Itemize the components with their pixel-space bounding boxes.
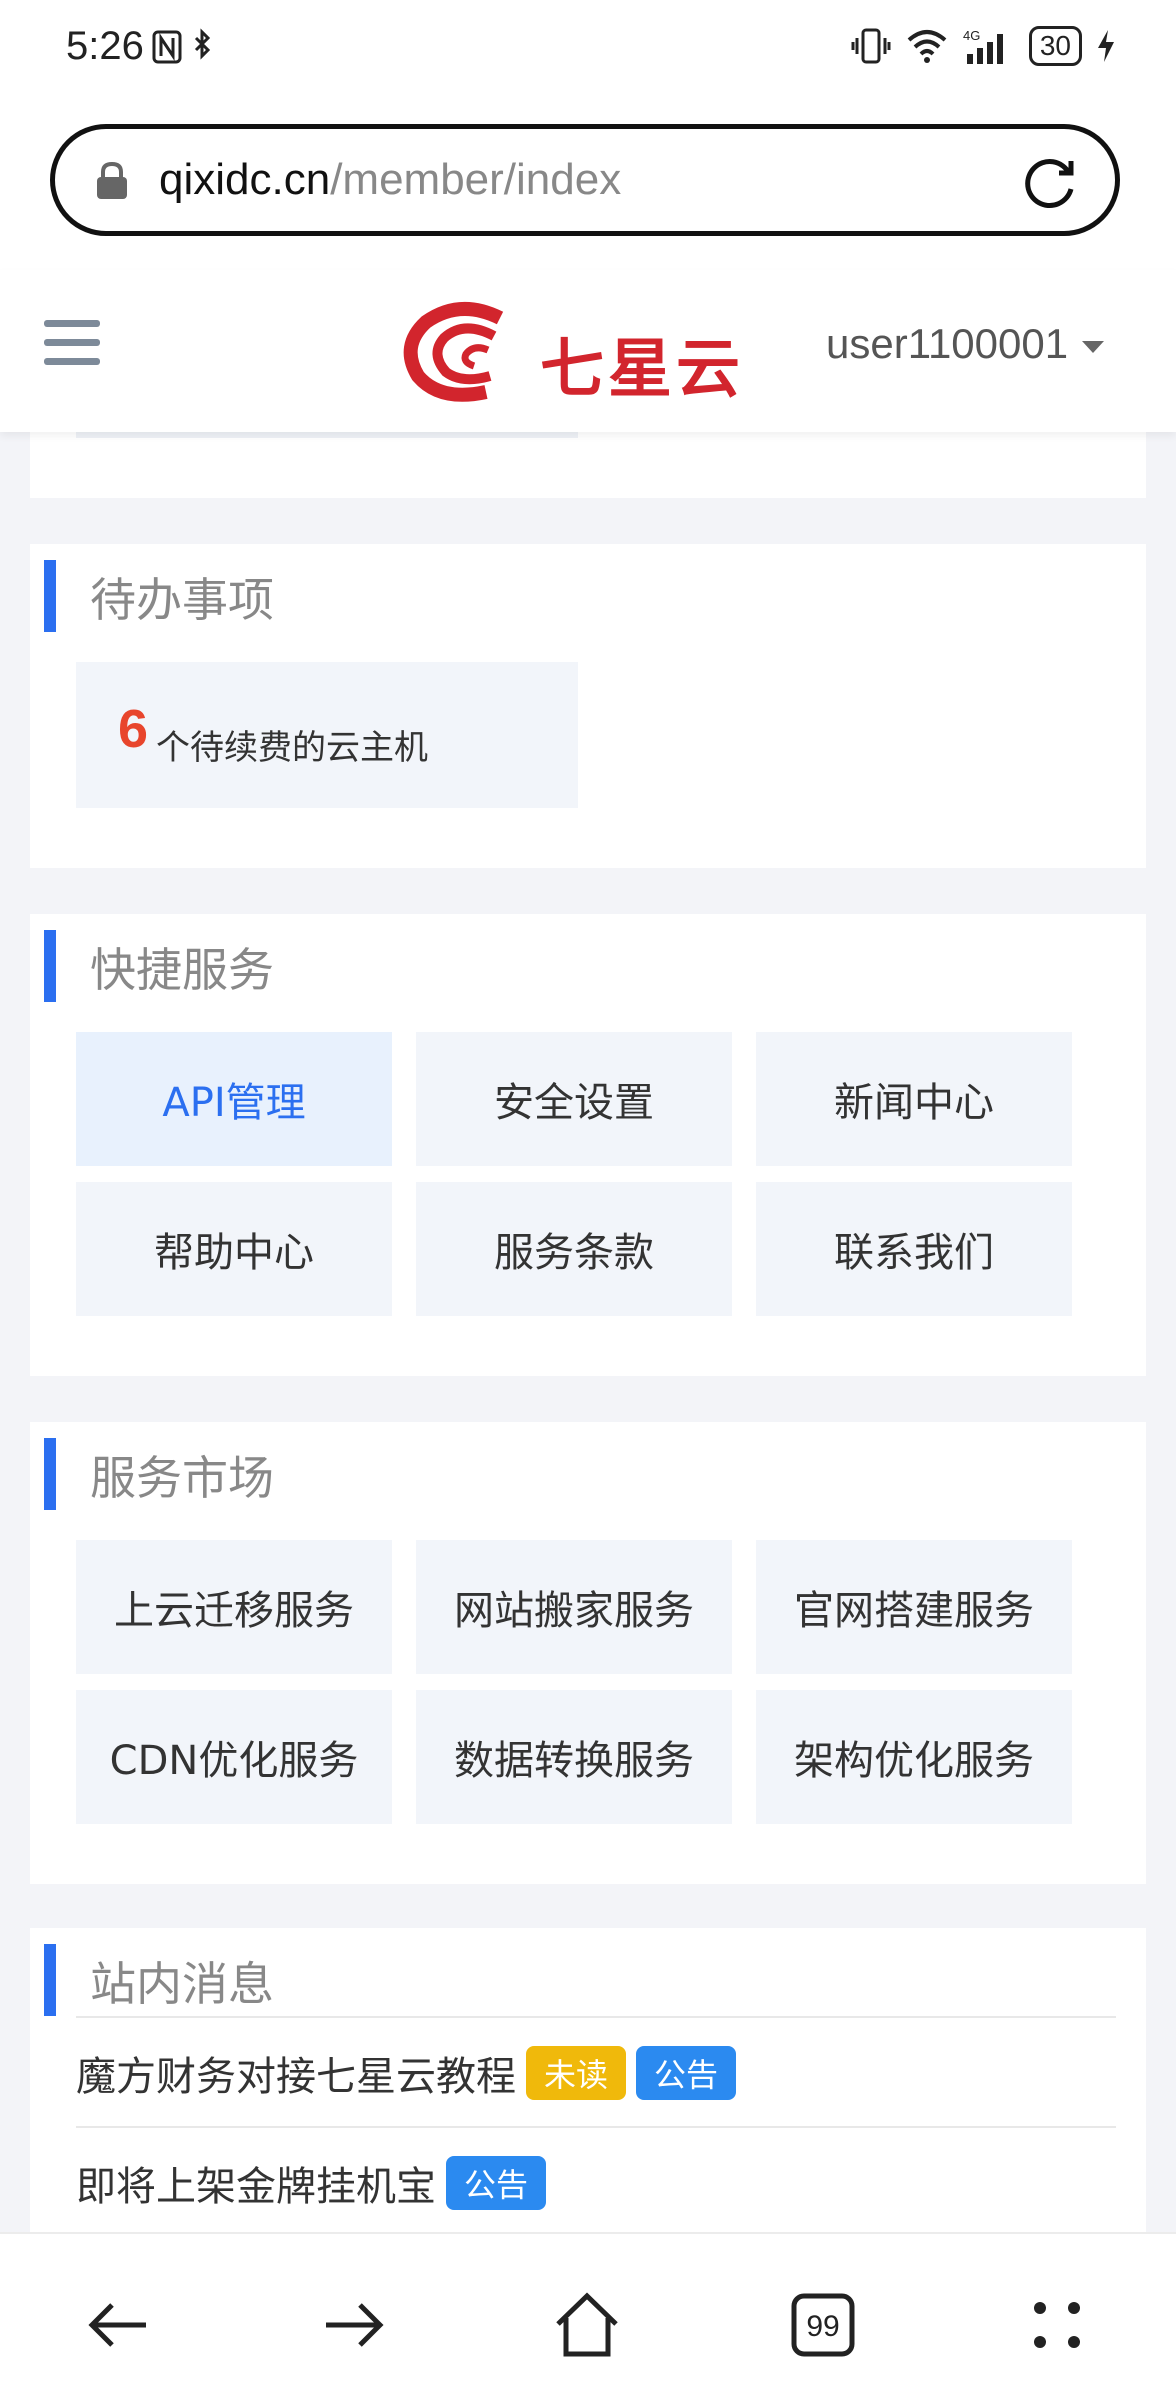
quick-services-title: 快捷服务 [90,943,274,997]
messages-panel: 站内消息 魔方财务对接七星云教程 未读 公告 即将上架金牌挂机宝 公告 [30,1928,1146,2232]
quick-services-panel: 快捷服务 API管理 安全设置 新闻中心 帮助中心 服务条款 联系我们 [30,914,1146,1376]
nfc-icon [152,28,211,64]
menu-icon[interactable] [44,320,100,368]
address-bar[interactable]: qixidc.cn/member/index [50,124,1120,236]
notice-badge: 公告 [446,2156,547,2210]
caret-down-icon [1082,340,1105,353]
vibrate-icon [851,28,891,64]
url-domain: qixidc.cn [159,155,331,204]
home-icon[interactable] [552,2290,622,2360]
news-center-button[interactable]: 新闻中心 [756,1032,1072,1166]
signal-icon: 4G [963,28,1003,64]
todo-item[interactable]: 6 个待续费的云主机 [76,662,578,808]
notice-badge: 公告 [636,2046,737,2100]
site-relocation-button[interactable]: 网站搬家服务 [416,1540,732,1674]
data-conversion-button[interactable]: 数据转换服务 [416,1690,732,1824]
message-item[interactable]: 即将上架金牌挂机宝 公告 [76,2126,1116,2238]
browser-toolbar: qixidc.cn/member/index [0,100,1176,270]
todo-count: 6 [118,699,149,759]
url-path: /member/index [330,155,622,204]
status-time: 5:26 [66,24,144,68]
wifi-icon [907,30,947,63]
title-accent-bar [44,930,56,1002]
back-icon[interactable] [84,2290,154,2360]
service-market-panel: 服务市场 上云迁移服务 网站搬家服务 官网搭建服务 CDN优化服务 数据转换服务… [30,1422,1146,1884]
security-settings-button[interactable]: 安全设置 [416,1032,732,1166]
unread-badge: 未读 [526,2046,627,2100]
menu-line [44,320,100,327]
previous-panel [30,432,1146,498]
message-text: 魔方财务对接七星云教程 [76,2054,516,2100]
status-bar: 5:26 4G 30 [0,0,1176,100]
architecture-optimization-button[interactable]: 架构优化服务 [756,1690,1072,1824]
cdn-optimization-button[interactable]: CDN优化服务 [76,1690,392,1824]
username: user1100001 [826,320,1069,367]
browser-bottom-nav: 99 [0,2232,1176,2402]
tabs-icon[interactable]: 99 [788,2290,858,2360]
charging-icon [1098,30,1114,62]
nfc-bluetooth-icons [152,28,222,77]
tabs-count: 99 [806,2310,839,2343]
todo-title: 待办事项 [90,573,274,627]
reload-icon[interactable] [1021,155,1079,213]
title-accent-bar [44,560,56,632]
more-icon[interactable] [1022,2290,1092,2360]
cloud-migration-button[interactable]: 上云迁移服务 [76,1540,392,1674]
contact-us-button[interactable]: 联系我们 [756,1182,1072,1316]
menu-line [44,339,100,346]
menu-line [44,358,100,365]
status-right: 4G 30 [851,26,1116,66]
service-market-title: 服务市场 [90,1451,274,1505]
todo-panel: 待办事项 6 个待续费的云主机 [30,544,1146,868]
user-dropdown[interactable]: user1100001 [826,320,1105,368]
forward-icon[interactable] [318,2290,388,2360]
help-center-button[interactable]: 帮助中心 [76,1182,392,1316]
previous-panel-remnant [76,432,578,438]
message-item[interactable]: 魔方财务对接七星云教程 未读 公告 [76,2016,1116,2128]
logo-text: 七星云 [540,332,744,407]
title-accent-bar [44,1438,56,1510]
terms-of-service-button[interactable]: 服务条款 [416,1182,732,1316]
website-building-button[interactable]: 官网搭建服务 [756,1540,1072,1674]
logo-swirl-icon [403,302,504,402]
title-accent-bar [44,1944,56,2016]
url-text[interactable]: qixidc.cn/member/index [159,155,621,205]
site-header: 七星云 user1100001 [0,270,1176,432]
network-type: 4G [963,28,980,43]
quick-services-grid: API管理 安全设置 新闻中心 帮助中心 服务条款 联系我们 [76,1032,1072,1316]
message-text: 即将上架金牌挂机宝 [76,2164,436,2210]
lock-icon [97,161,127,199]
api-management-button[interactable]: API管理 [76,1032,392,1166]
service-market-grid: 上云迁移服务 网站搬家服务 官网搭建服务 CDN优化服务 数据转换服务 架构优化… [76,1540,1072,1824]
site-logo[interactable]: 七星云 [390,296,760,407]
todo-label: 个待续费的云主机 [156,728,428,768]
messages-title: 站内消息 [90,1957,274,2011]
battery-indicator: 30 [1028,26,1082,66]
